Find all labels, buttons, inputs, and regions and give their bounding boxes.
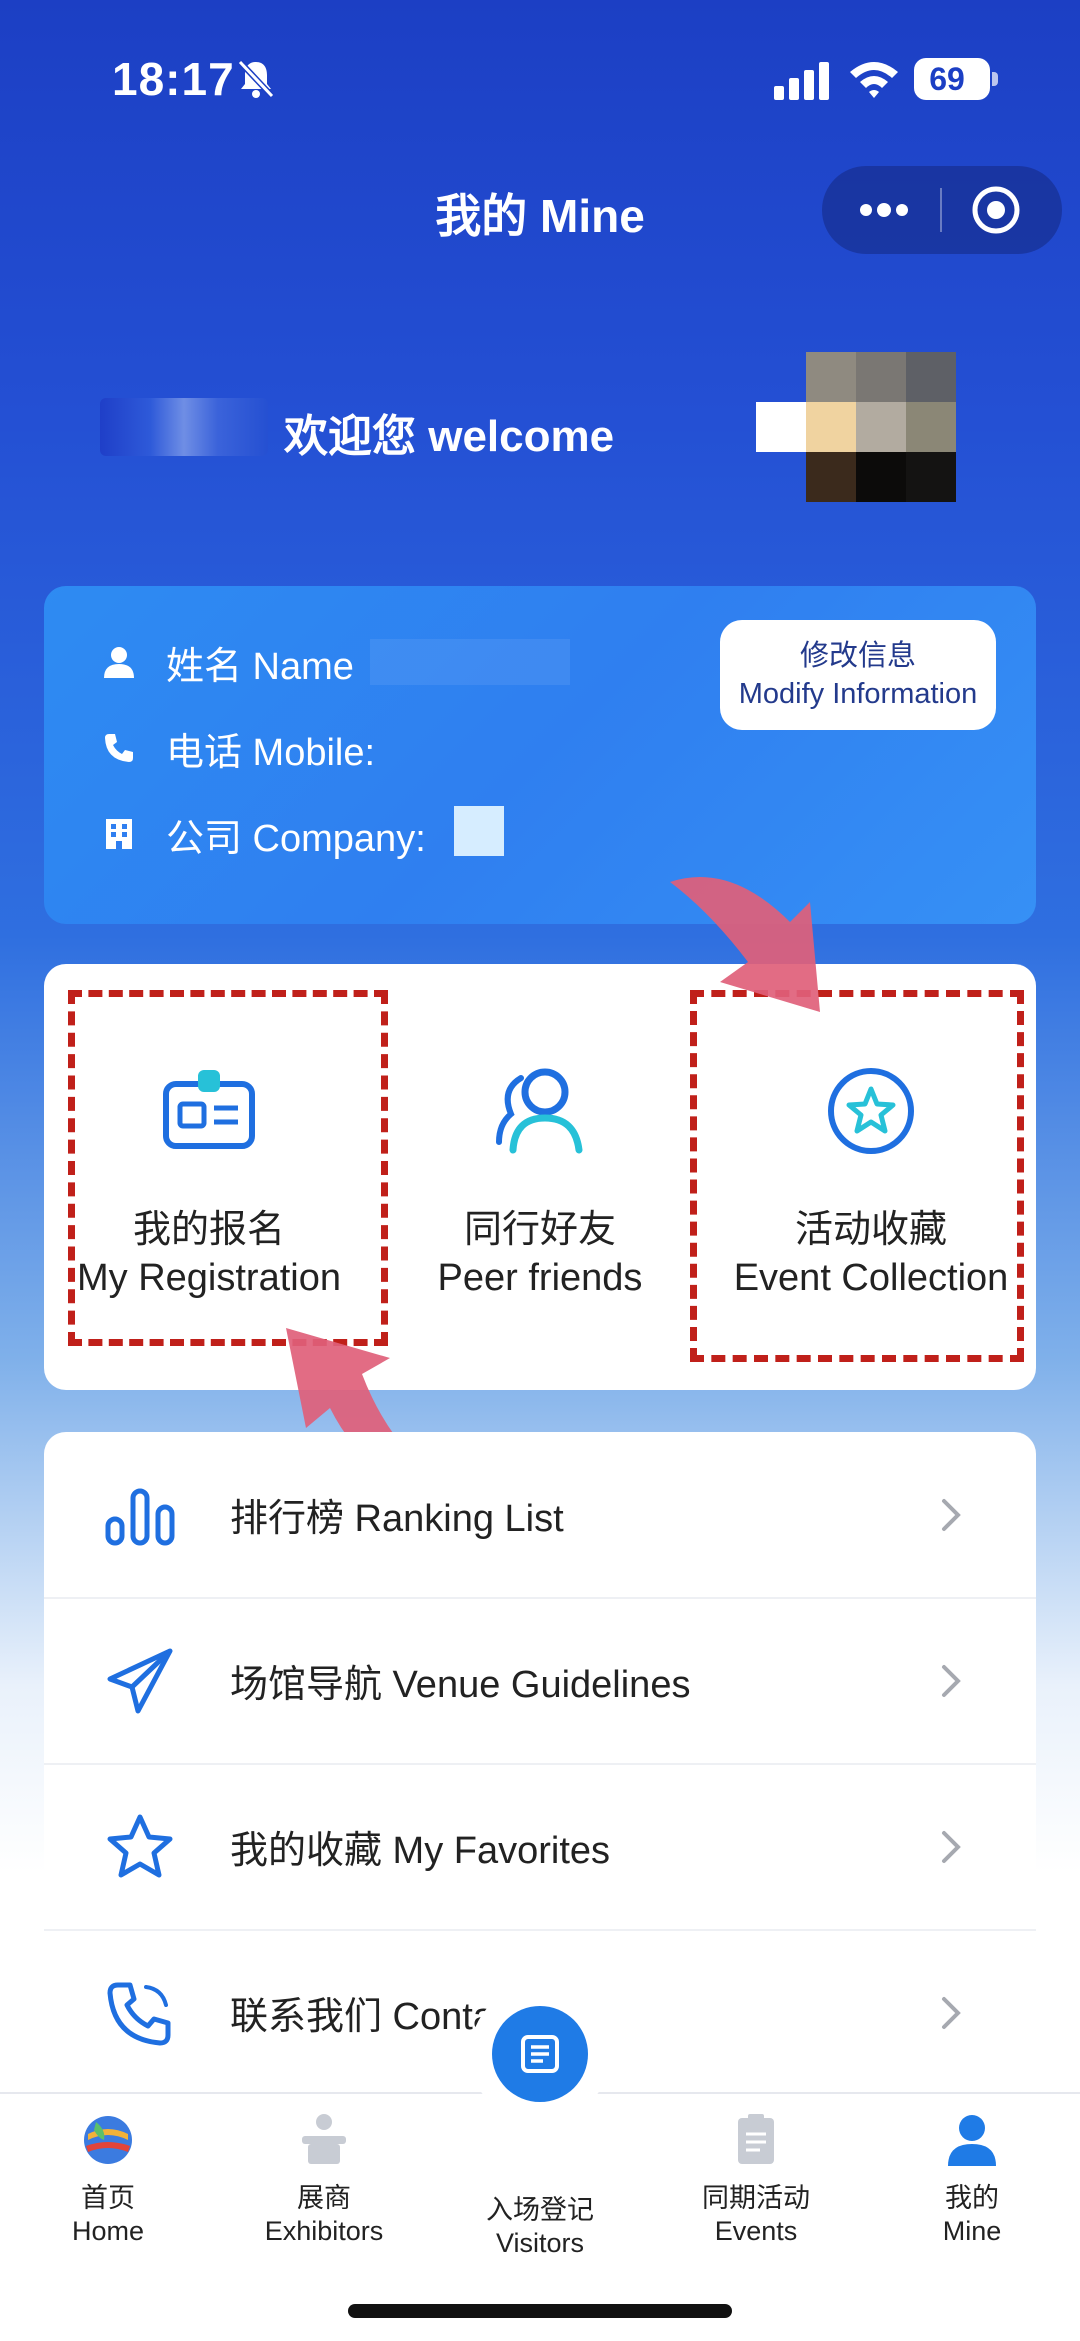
chevron-right-icon [942,1996,961,2029]
modify-information-button[interactable]: 修改信息 Modify Information [720,620,996,730]
chevron-right-icon [942,1664,961,1697]
avatar[interactable] [756,352,958,502]
paper-plane-icon [107,1648,173,1713]
tab-events[interactable]: 同期活动 Events [666,2108,846,2248]
welcome-text: 欢迎您 welcome [284,412,615,461]
clipboard-icon [738,2114,774,2164]
modify-label-cn: 修改信息 [799,640,916,672]
venue-guidelines-label: 场馆导航 Venue Guidelines [230,1664,691,1706]
tab-exhibitors[interactable]: 展商 Exhibitors [234,2108,414,2248]
chevron-right-icon [942,1830,961,1863]
mobile-row: 电话 Mobile: [102,718,375,778]
company-label: 公司 Company: [166,817,426,860]
tab-visitors[interactable]: 入场登记 Visitors [450,2194,630,2260]
person-icon [104,647,134,678]
globe-icon [84,2116,132,2164]
friends-icon [496,1068,583,1154]
tab-mine[interactable]: 我的 Mine [882,2108,1062,2248]
registration-form-icon [521,2035,559,2073]
battery-level: 69 [929,61,965,97]
tab-home-cn: 首页 [81,2183,135,2213]
battery-indicator: 69 [914,58,998,100]
close-target-icon[interactable] [970,184,1022,236]
my-favorites-item[interactable]: 我的收藏 My Favorites [44,1764,1036,1929]
signal-icon [774,62,829,100]
highlight-my-registration [68,990,388,1346]
tab-mine-en: Mine [942,2216,1002,2246]
name-row: 姓名 Name [102,632,570,692]
tab-mine-cn: 我的 [945,2183,999,2213]
tab-events-cn: 同期活动 [702,2183,810,2213]
my-favorites-label: 我的收藏 My Favorites [230,1830,611,1872]
ranking-list-item[interactable]: 排行榜 Ranking List [44,1432,1036,1597]
venue-guidelines-item[interactable]: 场馆导航 Venue Guidelines [44,1598,1036,1763]
phone-icon [107,1982,171,2045]
mini-program-capsule [822,166,1062,254]
mobile-label: 电话 Mobile: [166,731,376,774]
tab-home-en: Home [71,2216,145,2246]
building-icon [106,819,132,849]
user-icon [948,2115,996,2166]
chevron-right-icon [942,1498,961,1531]
arrow-to-event-collection [670,877,820,1012]
visitors-center-button[interactable] [470,1984,610,2124]
company-row: 公司 Company: [102,804,426,864]
modify-label-en: Modify Information [738,678,978,710]
name-label: 姓名 Name [166,645,354,688]
home-indicator [348,2304,732,2318]
tab-exhibitors-cn: 展商 [297,2183,351,2213]
user-name-blurred [100,398,268,456]
bar-chart-icon [105,1488,175,1545]
tab-visitors-cn: 入场登记 [486,2195,594,2225]
phone-icon [105,734,133,762]
status-time: 18:17 [112,53,235,105]
tab-events-en: Events [714,2216,798,2246]
name-value-blurred [369,639,570,685]
company-value-blurred [454,806,504,856]
highlight-event-collection [690,990,1024,1362]
bell-muted-icon [237,59,275,99]
more-icon[interactable] [852,192,916,228]
ranking-list-label: 排行榜 Ranking List [230,1498,564,1540]
user-info-card: 姓名 Name 电话 Mobile: 公司 Company: 修改信息 Modi… [44,586,1036,924]
peer-friends-label-cn: 同行好友 [463,1209,616,1251]
exhibitor-booth-icon [302,2114,346,2164]
star-icon [107,1814,173,1877]
tab-visitors-en: Visitors [495,2228,585,2258]
peer-friends-label-en: Peer friends [437,1257,643,1299]
wifi-icon [850,62,898,98]
tab-home[interactable]: 首页 Home [18,2108,198,2248]
tab-exhibitors-en: Exhibitors [264,2216,384,2246]
